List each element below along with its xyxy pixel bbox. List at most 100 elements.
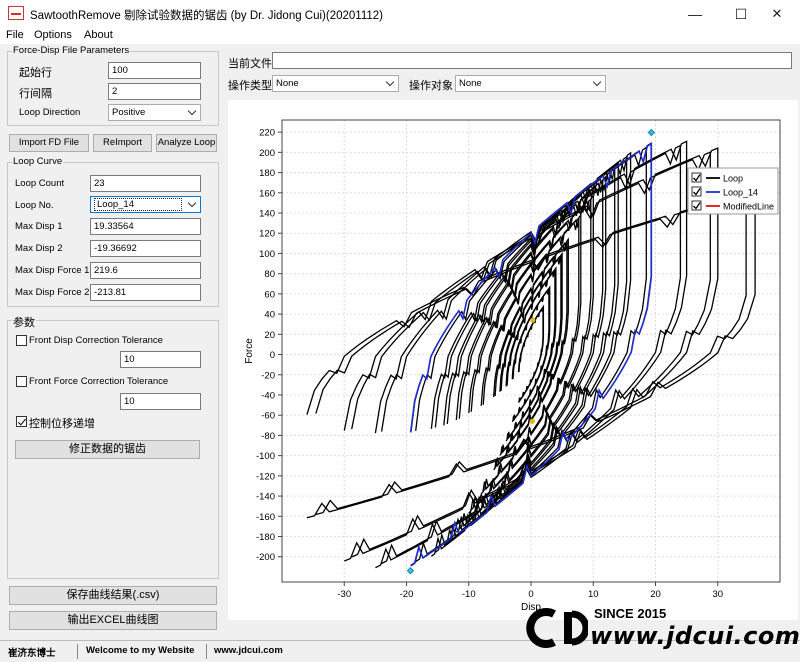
loop-direction-label: Loop Direction: [19, 107, 81, 118]
x-tick-label: -20: [400, 589, 414, 600]
start-row-label: 起始行: [19, 67, 52, 79]
y-tick-label: -200: [256, 552, 275, 563]
y-tick-label: 80: [264, 269, 275, 280]
op-target-label: 操作对象: [409, 80, 453, 92]
front-force-checkbox[interactable]: [16, 376, 27, 387]
legend-label: ModifiedLine: [723, 202, 774, 212]
x-tick-label: -10: [462, 589, 476, 600]
y-tick-label: -60: [261, 411, 275, 422]
front-disp-checkbox[interactable]: [16, 335, 27, 346]
y-tick-label: -120: [256, 471, 275, 482]
max-disp1-label: Max Disp 1: [15, 221, 63, 232]
y-tick-label: 40: [264, 310, 275, 321]
row-interval-label: 行间隔: [19, 88, 52, 100]
save-csv-button[interactable]: 保存曲线结果(.csv): [9, 586, 217, 605]
x-tick-label: 0: [528, 589, 533, 600]
y-tick-label: 0: [270, 350, 275, 361]
op-target-value: None: [459, 78, 482, 89]
y-tick-label: -160: [256, 512, 275, 523]
chevron-down-icon: [385, 77, 395, 87]
y-tick-label: 20: [264, 330, 275, 341]
max-disp2-input[interactable]: -19.36692: [90, 240, 201, 257]
menu-bar: File Options About: [0, 28, 800, 44]
loop-count-label: Loop Count: [15, 178, 65, 189]
max-force2-label: Max Disp Force 2: [15, 287, 90, 298]
correct-sawtooth-button[interactable]: 修正数据的锯齿: [15, 440, 200, 459]
reimport-button[interactable]: ReImport: [93, 134, 152, 152]
file-params-title: Force-Disp File Parameters: [12, 45, 131, 56]
max-disp2-label: Max Disp 2: [15, 243, 63, 254]
op-target-select[interactable]: None: [455, 75, 606, 92]
loop-direction-value: Positive: [112, 107, 146, 118]
y-tick-label: 200: [259, 148, 275, 159]
y-tick-label: 160: [259, 188, 275, 199]
y-tick-label: -20: [261, 370, 275, 381]
control-disp-label: 控制位移递增: [29, 418, 95, 430]
y-tick-label: -40: [261, 390, 275, 401]
x-tick-label: 10: [588, 589, 599, 600]
x-tick-label: 20: [650, 589, 661, 600]
max-force2-input[interactable]: -213.81: [90, 284, 201, 301]
analyze-loop-button[interactable]: Analyze Loop: [156, 134, 217, 152]
chevron-down-icon: [592, 77, 602, 87]
front-force-input[interactable]: 10: [120, 393, 201, 410]
op-type-value: None: [276, 78, 299, 89]
menu-file[interactable]: File: [6, 28, 24, 42]
row-interval-input[interactable]: 2: [108, 83, 201, 100]
status-separator: [77, 644, 78, 659]
x-tick-label: 30: [712, 589, 723, 600]
hysteresis-chart[interactable]: -30 -20 -10 0 10 20 30-200-180-160-140-120-100…: [228, 100, 798, 620]
point-marker: [529, 418, 535, 424]
y-tick-label: 220: [259, 128, 275, 139]
y-axis-label: Force: [244, 338, 255, 364]
y-tick-label: 180: [259, 168, 275, 179]
y-tick-label: 60: [264, 289, 275, 300]
status-welcome: Welcome to my Website: [86, 645, 195, 656]
op-type-select[interactable]: None: [272, 75, 399, 92]
x-tick-label: -30: [337, 589, 351, 600]
op-type-label: 操作类型: [228, 80, 272, 92]
max-force1-label: Max Disp Force 1: [15, 265, 90, 276]
y-tick-label: 100: [259, 249, 275, 260]
export-excel-button[interactable]: 输出EXCEL曲线图: [9, 611, 217, 630]
loop-curve-title: Loop Curve: [12, 156, 64, 167]
window-title: SawtoothRemove 剔除试验数据的锯齿 (by Dr. Jidong …: [30, 10, 384, 22]
status-separator: [206, 644, 207, 659]
app-icon: [8, 6, 24, 20]
max-disp1-input[interactable]: 19.33564: [90, 218, 201, 235]
chevron-down-icon: [187, 106, 197, 116]
point-marker: [530, 317, 536, 323]
legend-label: Loop_14: [723, 188, 758, 198]
y-tick-label: -100: [256, 451, 275, 462]
start-row-input[interactable]: 100: [108, 62, 201, 79]
current-file-input[interactable]: [272, 52, 792, 69]
menu-options[interactable]: Options: [34, 28, 72, 42]
y-tick-label: -80: [261, 431, 275, 442]
cd-logo-icon: [524, 606, 590, 650]
loop-no-value: Loop_14: [94, 198, 182, 211]
front-force-label: Front Force Correction Tolerance: [29, 376, 169, 387]
import-fd-button[interactable]: Import FD File: [9, 134, 89, 152]
y-tick-label: -140: [256, 492, 275, 503]
front-disp-input[interactable]: 10: [120, 351, 201, 368]
current-file-label: 当前文件: [228, 58, 272, 70]
status-site[interactable]: www.jdcui.com: [214, 645, 283, 656]
legend-label: Loop: [723, 174, 743, 184]
loop-no-select[interactable]: Loop_14: [90, 196, 201, 213]
loop-count-input[interactable]: 23: [90, 175, 201, 192]
minimize-button[interactable]: —: [672, 0, 718, 28]
y-tick-label: -180: [256, 532, 275, 543]
since-text: SINCE 2015: [594, 606, 667, 621]
title-bar: SawtoothRemove 剔除试验数据的锯齿 (by Dr. Jidong …: [0, 0, 800, 28]
chart-legend: Loop Loop_14 ModifiedLine: [687, 167, 779, 215]
close-button[interactable]: ✕: [754, 0, 800, 28]
menu-about[interactable]: About: [84, 28, 113, 42]
loop-direction-select[interactable]: Positive: [108, 104, 201, 121]
y-tick-label: 140: [259, 209, 275, 220]
control-disp-checkbox[interactable]: [16, 416, 27, 427]
y-tick-label: 120: [259, 229, 275, 240]
jdcui-watermark: SINCE 2015 www.jdcui.com: [524, 604, 800, 654]
max-force1-input[interactable]: 219.6: [90, 262, 201, 279]
watermark-url: www.jdcui.com: [590, 622, 800, 650]
loop-no-label: Loop No.: [15, 200, 54, 211]
